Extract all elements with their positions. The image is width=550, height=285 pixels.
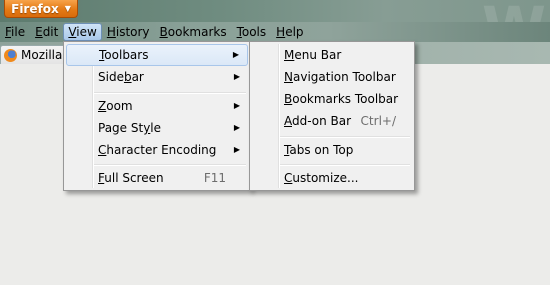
view-menu-zoom[interactable]: Zoom ▶	[66, 95, 248, 117]
toolbars-bookmarks-toolbar[interactable]: Bookmarks Toolbar	[252, 88, 412, 110]
toolbars-tabs-on-top[interactable]: Tabs on Top	[252, 139, 412, 161]
firefox-button-label: Firefox	[11, 1, 59, 16]
menu-help[interactable]: Help	[271, 23, 308, 41]
toolbars-menu-bar[interactable]: Menu Bar	[252, 44, 412, 66]
menu-separator	[280, 164, 410, 166]
toolbars-navigation-toolbar[interactable]: Navigation Toolbar	[252, 66, 412, 88]
toolbars-addon-bar[interactable]: Add-on Bar Ctrl+/	[252, 110, 412, 132]
menu-bookmarks-mnemonic: B	[159, 25, 168, 39]
addon-bar-shortcut: Ctrl+/	[360, 114, 396, 128]
submenu-arrow-icon: ▶	[233, 72, 240, 81]
view-menu-full-screen[interactable]: Full Screen F11	[66, 167, 248, 189]
menu-view[interactable]: View	[63, 23, 102, 41]
addon-bar-mnemonic: A	[284, 114, 292, 128]
menu-bookmarks-label: ookmarks	[167, 25, 227, 39]
toolbars-submenu: Menu Bar Navigation Toolbar Bookmarks To…	[249, 41, 415, 191]
sidebar-label: ar	[131, 70, 144, 84]
customize-label: ustomize...	[292, 171, 359, 185]
zoom-label: oom	[106, 99, 133, 113]
full-screen-label: ull Screen	[104, 171, 164, 185]
menu-file-label: ile	[11, 25, 26, 39]
window-titlebar: W Firefox ▼	[0, 0, 550, 62]
view-menu-sidebar[interactable]: Sidebar ▶	[66, 66, 248, 88]
submenu-arrow-icon: ▶	[233, 145, 240, 154]
view-menu-character-encoding[interactable]: Character Encoding ▶	[66, 139, 248, 161]
bookmarks-toolbar-label: ookmarks Toolbar	[292, 92, 399, 106]
firefox-app-button[interactable]: Firefox ▼	[4, 0, 78, 18]
zoom-mnemonic: Z	[98, 99, 107, 113]
menu-separator	[280, 136, 410, 138]
page-style-label: le	[150, 121, 162, 135]
menu-edit[interactable]: Edit	[30, 23, 63, 41]
encoding-label: haracter Encoding	[106, 143, 217, 157]
toolbars-label: oolbars	[104, 48, 149, 62]
menu-separator	[94, 164, 246, 166]
submenu-arrow-icon: ▶	[232, 50, 239, 59]
bookmarks-toolbar-mnemonic: B	[284, 92, 293, 106]
tab-label: Mozilla	[21, 48, 63, 62]
menu-tools[interactable]: Tools	[232, 23, 272, 41]
menu-edit-mnemonic: E	[35, 25, 43, 39]
menu-history[interactable]: History	[102, 23, 155, 41]
menu-bookmarks[interactable]: Bookmarks	[155, 23, 232, 41]
menu-history-mnemonic: H	[106, 25, 116, 39]
submenu-arrow-icon: ▶	[233, 101, 240, 110]
full-screen-shortcut: F11	[203, 171, 226, 185]
tabs-on-top-label: abs on Top	[289, 143, 354, 157]
menu-history-label: istory	[115, 25, 150, 39]
view-menu-toolbars[interactable]: Toolbars ▶	[66, 44, 248, 66]
menu-bar-label: enu Bar	[294, 48, 342, 62]
dropdown-arrow-icon: ▼	[64, 4, 71, 13]
menu-bar: File Edit View History Bookmarks Tools H…	[0, 22, 550, 42]
menu-bar-mnemonic: M	[284, 48, 295, 62]
menu-view-label: iew	[76, 25, 97, 39]
menu-separator	[94, 92, 246, 94]
view-menu-page-style[interactable]: Page Style ▶	[66, 117, 248, 139]
submenu-arrow-icon: ▶	[233, 123, 240, 132]
view-menu: Toolbars ▶ Sidebar ▶ Zoom ▶ Page Style ▶…	[63, 41, 251, 191]
sidebar-mnemonic: b	[123, 70, 132, 84]
menu-help-mnemonic: H	[276, 25, 286, 39]
menu-file[interactable]: File	[0, 23, 30, 41]
sidebar-label-pre: Side	[98, 70, 124, 84]
page-style-label-pre: Page St	[98, 121, 144, 135]
menu-tools-label: ools	[241, 25, 267, 39]
menu-edit-label: dit	[42, 25, 59, 39]
toolbars-customize[interactable]: Customize...	[252, 167, 412, 189]
nav-toolbar-mnemonic: N	[284, 70, 293, 84]
nav-toolbar-label: avigation Toolbar	[292, 70, 396, 84]
addon-bar-label: dd-on Bar	[292, 114, 352, 128]
firefox-icon	[4, 48, 17, 62]
menu-help-label: elp	[285, 25, 304, 39]
